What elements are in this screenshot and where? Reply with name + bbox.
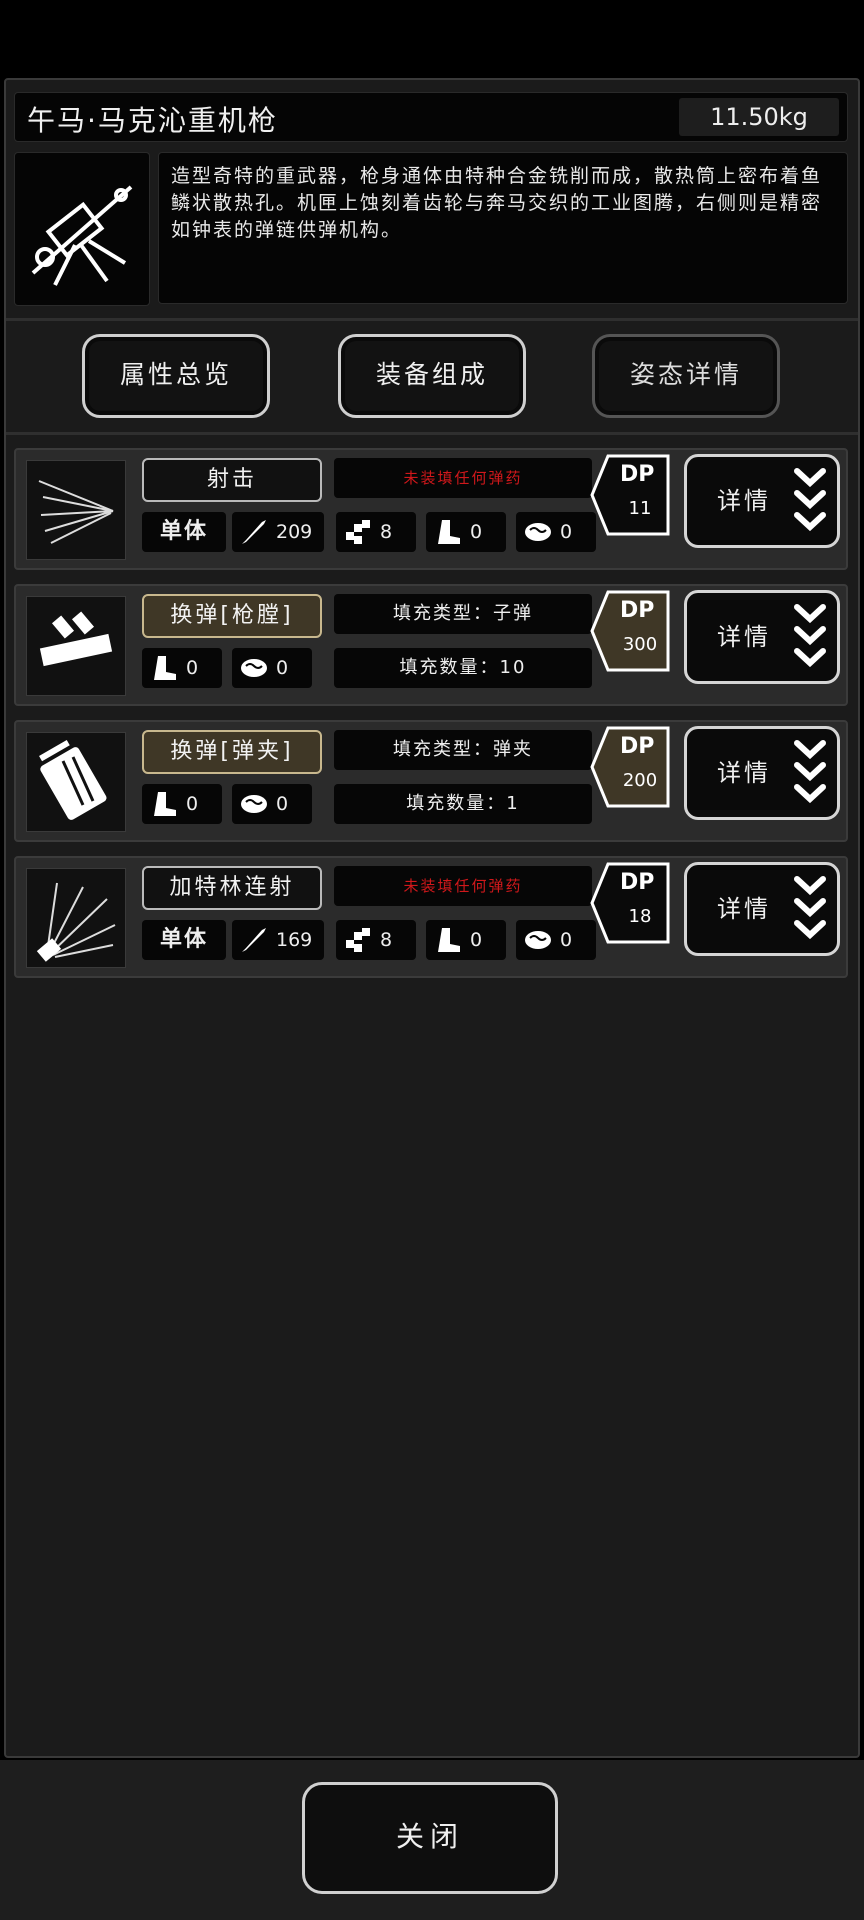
sword-icon [242, 520, 266, 544]
dp-badge: DP 11 [590, 454, 674, 536]
dp-badge: DP 300 [590, 590, 674, 672]
brain-icon [525, 523, 551, 541]
fill-count: 填充数量：1 [334, 784, 592, 824]
brain-icon [241, 659, 267, 677]
fill-count: 填充数量：10 [334, 648, 592, 688]
ammo-status: 未装填任何弹药 [334, 866, 592, 906]
skill-name: 换弹[弹夹] [142, 730, 322, 774]
detail-button[interactable]: 详情 [684, 454, 840, 548]
skill-name: 换弹[枪膛] [142, 594, 322, 638]
stat-checker: 8 [336, 512, 416, 552]
stat-boot: 0 [426, 512, 506, 552]
reload-magazine-icon [26, 732, 126, 832]
checker-icon [346, 928, 370, 952]
dp-badge: DP 200 [590, 726, 674, 808]
checker-icon [346, 520, 370, 544]
stat-boot: 0 [426, 920, 506, 960]
stat-brain: 0 [232, 648, 312, 688]
skill-row-shoot: 射击 未装填任何弹药 单体 209 8 0 0 DP 11 详情 [14, 448, 848, 570]
skill-row-reload-chamber: 换弹[枪膛] 填充类型：子弹 填充数量：10 0 0 DP 300 详情 [14, 584, 848, 706]
fill-type: 填充类型：子弹 [334, 594, 592, 634]
stat-brain: 0 [232, 784, 312, 824]
chevron-down-triple-icon [794, 468, 826, 532]
detail-button[interactable]: 详情 [684, 862, 840, 956]
stat-checker: 8 [336, 920, 416, 960]
tab-equipment[interactable]: 装备组成 [338, 334, 526, 418]
brain-icon [525, 931, 551, 949]
gatling-icon [26, 868, 126, 968]
attack-stat: 169 [232, 920, 324, 960]
ammo-status: 未装填任何弹药 [334, 458, 592, 498]
boot-icon [154, 792, 176, 816]
tab-attributes[interactable]: 属性总览 [82, 334, 270, 418]
skill-name: 加特林连射 [142, 866, 322, 910]
divider [6, 432, 858, 435]
chevron-down-triple-icon [794, 876, 826, 940]
tab-stance[interactable]: 姿态详情 [592, 334, 780, 418]
close-button[interactable]: 关闭 [302, 1782, 558, 1894]
stat-brain: 0 [516, 512, 596, 552]
reload-chamber-icon [26, 596, 126, 696]
stat-boot: 0 [142, 784, 222, 824]
sword-icon [242, 928, 266, 952]
item-image [14, 152, 150, 306]
boot-icon [154, 656, 176, 680]
skill-name: 射击 [142, 458, 322, 502]
boot-icon [438, 520, 460, 544]
shoot-icon [26, 460, 126, 560]
item-name: 午马·马克沁重机枪 [27, 104, 278, 137]
machine-gun-icon [31, 185, 133, 286]
item-description: 造型奇特的重武器，枪身通体由特种合金铣削而成，散热筒上密布着鱼鳞状散热孔。机匣上… [158, 152, 848, 304]
item-weight: 11.50kg [679, 98, 839, 136]
dp-badge: DP 18 [590, 862, 674, 944]
divider [6, 318, 858, 321]
skill-row-reload-magazine: 换弹[弹夹] 填充类型：弹夹 填充数量：1 0 0 DP 200 详情 [14, 720, 848, 842]
brain-icon [241, 795, 267, 813]
detail-button[interactable]: 详情 [684, 726, 840, 820]
attack-stat: 209 [232, 512, 324, 552]
skill-row-gatling: 加特林连射 未装填任何弹药 单体 169 8 0 0 DP 18 详情 [14, 856, 848, 978]
chevron-down-triple-icon [794, 740, 826, 804]
target-type: 单体 [142, 512, 226, 552]
item-title-bar: 午马·马克沁重机枪 11.50kg [14, 92, 848, 142]
boot-icon [438, 928, 460, 952]
target-type: 单体 [142, 920, 226, 960]
stat-boot: 0 [142, 648, 222, 688]
fill-type: 填充类型：弹夹 [334, 730, 592, 770]
stat-brain: 0 [516, 920, 596, 960]
chevron-down-triple-icon [794, 604, 826, 668]
detail-button[interactable]: 详情 [684, 590, 840, 684]
